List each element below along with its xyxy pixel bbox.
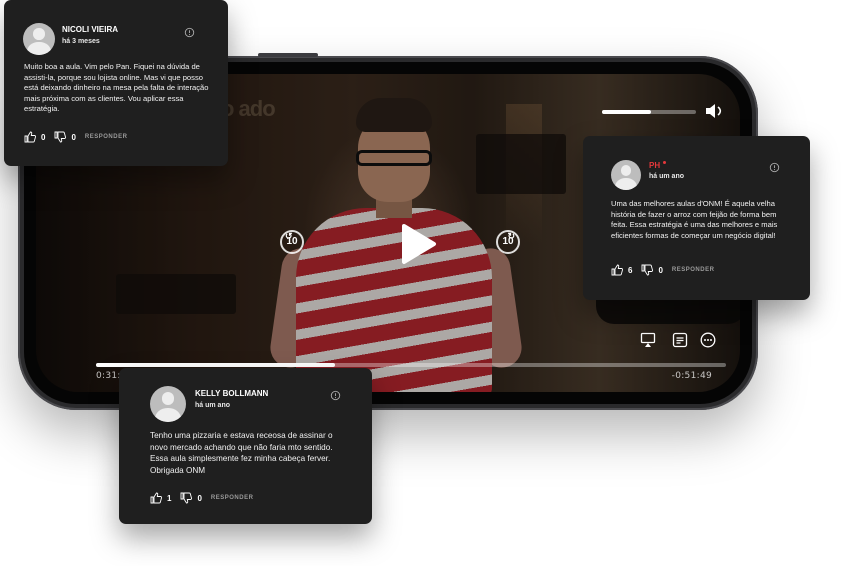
comment-text: Muito boa a aula. Vim pelo Pan. Fiquei n…: [24, 62, 209, 114]
reply-button[interactable]: RESPONDER: [211, 495, 254, 501]
thumbs-up-icon[interactable]: [611, 264, 623, 276]
report-icon[interactable]: [769, 162, 780, 173]
dislike-count: 0: [71, 132, 76, 142]
comment-card: NICOLI VIEIRA há 3 meses Muito boa a aul…: [4, 0, 228, 166]
comment-actions: 1 0 RESPONDER: [150, 492, 253, 504]
report-icon[interactable]: [184, 27, 195, 38]
volume-slider[interactable]: [602, 110, 696, 114]
avatar: [150, 386, 186, 422]
forward-arrow-icon: ↻: [507, 231, 515, 241]
comment-author: KELLY BOLLMANN: [195, 389, 269, 398]
avatar: [611, 160, 641, 190]
thumbs-down-icon[interactable]: [54, 131, 67, 143]
volume-level: [602, 110, 651, 114]
reply-button[interactable]: RESPONDER: [85, 134, 128, 140]
speaker-icon[interactable]: [704, 102, 724, 120]
comment-time: há 3 meses: [62, 38, 100, 45]
skip-back-button[interactable]: ↺ 10: [280, 230, 304, 254]
avatar: [23, 23, 55, 55]
remaining-time: -0:51:49: [671, 371, 712, 381]
comment-actions: 6 0 RESPONDER: [611, 264, 714, 276]
comment-actions: 0 0 RESPONDER: [24, 131, 127, 143]
author-badge-dot: [663, 161, 667, 165]
like-count: 6: [628, 265, 633, 275]
thumbs-up-icon[interactable]: [24, 131, 36, 143]
thumbs-down-icon[interactable]: [641, 264, 654, 276]
dislike-count: 0: [197, 493, 202, 503]
thumbs-up-icon[interactable]: [150, 492, 162, 504]
captions-icon[interactable]: [672, 332, 688, 348]
report-icon[interactable]: [330, 390, 341, 401]
comment-author: NICOLI VIEIRA: [62, 25, 119, 34]
comment-time: há um ano: [649, 173, 685, 180]
phone-side-button: [258, 53, 318, 57]
comment-text: Tenho uma pizzaria e estava receosa de a…: [150, 431, 333, 475]
thumbs-down-icon[interactable]: [180, 492, 193, 504]
play-icon[interactable]: [398, 222, 438, 266]
rewind-arrow-icon: ↺: [285, 231, 293, 241]
reply-button[interactable]: RESPONDER: [672, 267, 715, 273]
comment-time: há um ano: [195, 402, 231, 409]
more-options-icon[interactable]: [700, 332, 716, 348]
airplay-icon[interactable]: [640, 332, 656, 348]
video-progress-fill: [96, 363, 336, 367]
like-count: 0: [41, 132, 46, 142]
like-count: 1: [167, 493, 172, 503]
comment-text: Uma das melhores aulas d'ONM! É aquela v…: [611, 199, 778, 240]
comment-card: PH há um ano Uma das melhores aulas d'ON…: [583, 136, 810, 300]
video-progress-bar[interactable]: [96, 363, 726, 367]
comment-author: PH: [649, 161, 667, 170]
comment-author-name: PH: [649, 161, 661, 170]
dislike-count: 0: [658, 265, 663, 275]
skip-forward-button[interactable]: ↻ 10: [496, 230, 520, 254]
comment-card: KELLY BOLLMANN há um ano Tenho uma pizza…: [119, 368, 372, 524]
